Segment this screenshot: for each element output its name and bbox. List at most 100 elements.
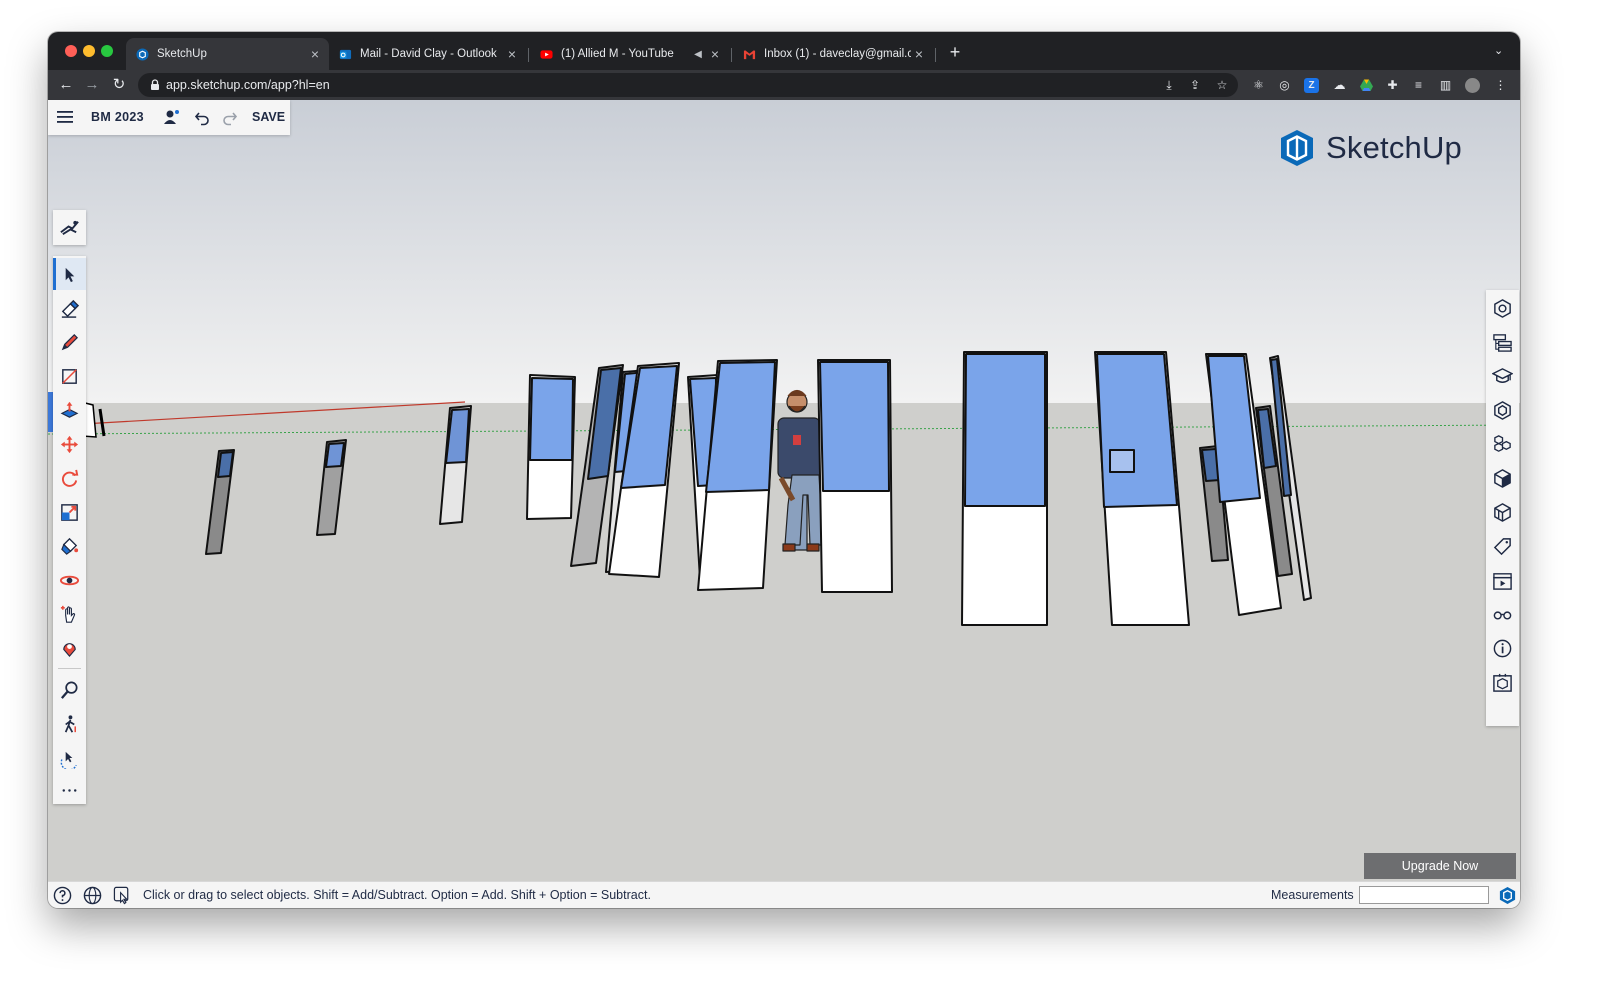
right-panel-toolbar: [1486, 290, 1519, 726]
side-panel-icon[interactable]: ▥: [1438, 78, 1453, 93]
glasses-icon: [1493, 611, 1512, 620]
display-button[interactable]: [1486, 598, 1519, 630]
tags-button[interactable]: [1486, 530, 1519, 562]
status-message: Click or drag to select objects. Shift =…: [143, 888, 651, 902]
eraser-tool[interactable]: [53, 292, 86, 324]
more-dots-icon: [62, 789, 77, 792]
save-button[interactable]: SAVE: [252, 110, 285, 124]
tab-title: (1) Allied M - YouTube: [561, 48, 674, 60]
install-app-icon[interactable]: ⤓: [1162, 78, 1176, 92]
new-tab-button[interactable]: +: [945, 42, 965, 62]
forward-arrow-icon[interactable]: →: [83, 76, 101, 94]
rectangle-tool[interactable]: [53, 360, 86, 392]
paint-bucket-tool[interactable]: [53, 530, 86, 562]
entity-info-icon: [1494, 299, 1511, 318]
google-drive-icon[interactable]: [1359, 78, 1374, 93]
sketchup-small-logo-icon[interactable]: [1498, 886, 1517, 905]
maximize-window-button[interactable]: [101, 45, 113, 57]
help-icon[interactable]: [53, 886, 72, 905]
panel[interactable]: [961, 351, 1048, 626]
info-icon: [1493, 639, 1512, 658]
toolbar-divider: [58, 668, 81, 669]
instructor-button[interactable]: [1486, 360, 1519, 392]
pencil-tool[interactable]: [53, 326, 86, 358]
components-icon: [1494, 401, 1511, 420]
browser-menu-icon[interactable]: ⋮: [1493, 78, 1508, 93]
upgrade-now-button[interactable]: Upgrade Now: [1364, 853, 1516, 879]
tab-sketchup[interactable]: SketchUp ×: [126, 38, 329, 70]
position-camera-tool[interactable]: [53, 632, 86, 664]
redo-icon[interactable]: [221, 109, 238, 126]
materials-button[interactable]: [1486, 462, 1519, 494]
tab-gmail[interactable]: Inbox (1) - daveclay@gmail.com ×: [733, 38, 933, 70]
entity-info-button[interactable]: [1486, 292, 1519, 324]
extension-cloud-icon[interactable]: ☁: [1332, 78, 1347, 93]
reload-icon[interactable]: ↻: [110, 76, 128, 94]
rotate-tool[interactable]: [53, 462, 86, 494]
panel[interactable]: [817, 359, 893, 593]
undo-icon[interactable]: [194, 109, 211, 126]
outliner-icon: [1493, 334, 1512, 352]
model-info-button[interactable]: [1486, 632, 1519, 664]
3d-viewport[interactable]: [48, 100, 1520, 908]
orbit-tool[interactable]: [53, 564, 86, 596]
zoom-tool[interactable]: [53, 674, 86, 706]
move-tool[interactable]: [53, 428, 86, 460]
outlook-icon: [339, 49, 352, 59]
sketchup-logo: SketchUp: [1278, 126, 1462, 170]
share-icon[interactable]: ⇪: [1188, 78, 1202, 92]
close-tab-icon[interactable]: ×: [707, 46, 723, 62]
extension-target-icon[interactable]: ◎: [1277, 78, 1292, 93]
speaker-icon[interactable]: ◀︎: [691, 49, 705, 60]
scale-tool[interactable]: [53, 496, 86, 528]
instructor-cursor-icon[interactable]: [113, 886, 132, 905]
scenes-button[interactable]: [1486, 564, 1519, 596]
url-input[interactable]: [166, 75, 1066, 95]
search-tools-button[interactable]: [53, 211, 86, 243]
rectangle-icon: [62, 369, 77, 384]
measurements-input[interactable]: [1359, 886, 1489, 904]
walk-tool[interactable]: [53, 708, 86, 740]
close-tab-icon[interactable]: ×: [911, 46, 927, 62]
3d-warehouse-button[interactable]: [1486, 428, 1519, 460]
pan-tool[interactable]: [53, 598, 86, 630]
profile-avatar-icon[interactable]: [1465, 78, 1480, 93]
components-button[interactable]: [1486, 394, 1519, 426]
walk-icon: [64, 715, 76, 733]
media-controls-icon[interactable]: ≡: [1411, 78, 1426, 93]
tab-youtube[interactable]: (1) Allied M - YouTube ◀︎ ×: [530, 38, 729, 70]
collaborator-icon[interactable]: [163, 109, 180, 126]
browser-toolbar: ← → ↻ ⤓ ⇪ ☆ ⚛ ◎ Z ☁ ✚ ≡ ▥ ⋮: [48, 70, 1520, 100]
scenes-clapper-icon: [1493, 573, 1512, 590]
outliner-button[interactable]: [1486, 326, 1519, 358]
paint-bucket-icon: [61, 537, 79, 555]
push-pull-tool[interactable]: [53, 394, 86, 426]
select-tool[interactable]: [53, 258, 86, 290]
tab-outlook[interactable]: Mail - David Clay - Outlook ×: [329, 38, 526, 70]
zoom-extension-icon[interactable]: Z: [1304, 78, 1319, 93]
panel[interactable]: [526, 374, 576, 520]
orbit-icon: [59, 575, 80, 586]
close-window-button[interactable]: [65, 45, 77, 57]
model-name[interactable]: BM 2023: [91, 110, 144, 124]
globe-language-icon[interactable]: [83, 886, 102, 905]
solid-inspector-button[interactable]: [1486, 666, 1519, 698]
more-tools-button[interactable]: [53, 774, 86, 806]
select-arrow-icon: [65, 267, 75, 283]
address-bar[interactable]: ⤓ ⇪ ☆: [138, 73, 1238, 97]
scale-icon: [61, 504, 78, 521]
tab-search-chevron-icon[interactable]: ⌄: [1494, 44, 1503, 57]
close-tab-icon[interactable]: ×: [504, 46, 520, 62]
hamburger-menu-icon[interactable]: [56, 109, 74, 125]
materials-cube-icon: [1494, 469, 1511, 488]
look-around-tool[interactable]: [53, 742, 86, 774]
extensions-puzzle-icon[interactable]: ✚: [1385, 78, 1400, 93]
styles-button[interactable]: [1486, 496, 1519, 528]
status-bar: Click or drag to select objects. Shift =…: [48, 881, 1520, 908]
close-tab-icon[interactable]: ×: [307, 46, 323, 62]
bookmark-star-icon[interactable]: ☆: [1215, 78, 1229, 92]
react-devtools-icon[interactable]: ⚛: [1251, 78, 1266, 93]
minimize-window-button[interactable]: [83, 45, 95, 57]
zoom-magnifier-icon: [60, 681, 78, 699]
back-arrow-icon[interactable]: ←: [57, 76, 75, 94]
